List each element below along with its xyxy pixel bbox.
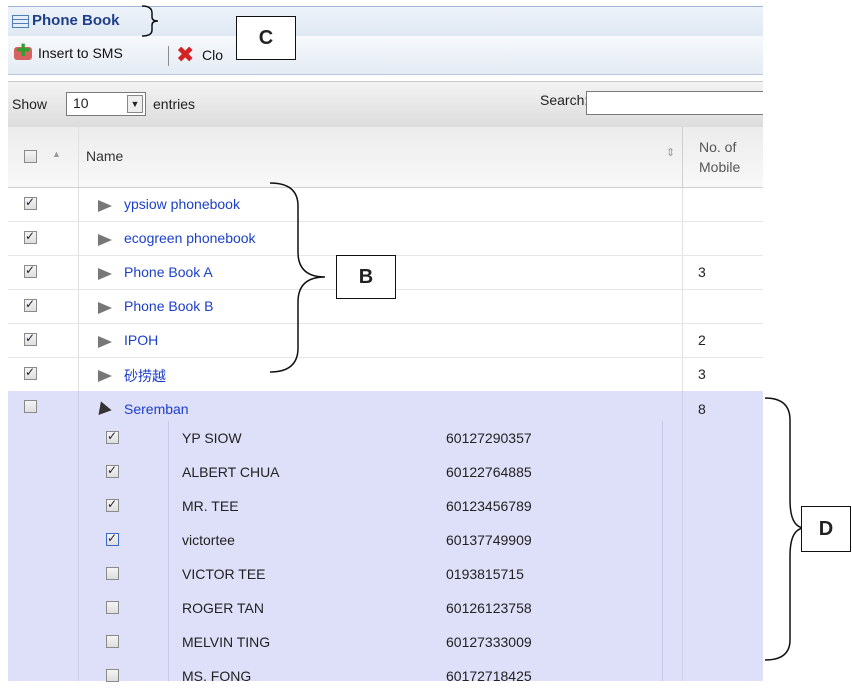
annotation-label-c: C — [236, 16, 296, 60]
annotation-label-d: D — [801, 506, 851, 552]
brace-c — [141, 5, 159, 37]
brace-d — [764, 397, 806, 661]
annotation-label-b: B — [336, 255, 396, 299]
brace-b — [269, 182, 326, 373]
annotation-overlay — [141, 5, 806, 661]
